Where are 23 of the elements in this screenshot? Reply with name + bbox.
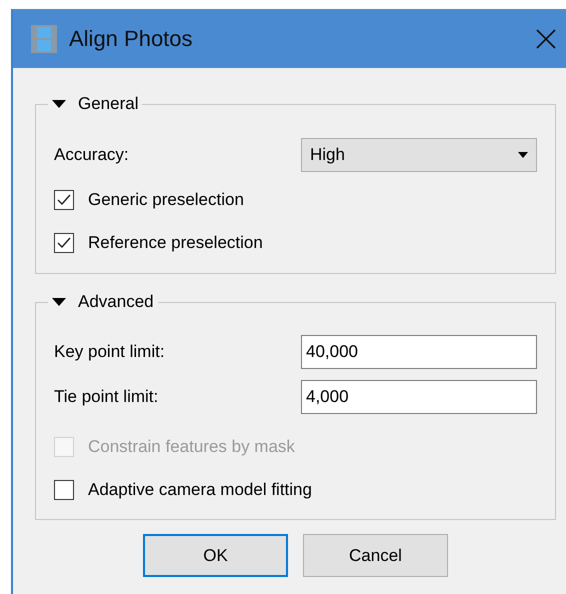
window-title: Align Photos	[69, 25, 193, 53]
checkbox-label: Constrain features by mask	[88, 436, 295, 458]
section-toggle[interactable]: Advanced	[48, 292, 158, 312]
section-toggle[interactable]: General	[48, 94, 142, 114]
checkmark-icon	[57, 236, 71, 248]
checkbox-label: Generic preselection	[88, 188, 244, 211]
checkbox[interactable]	[54, 480, 74, 500]
checkbox-label: Reference preselection	[88, 232, 263, 254]
field-label: Key point limit:	[54, 341, 166, 364]
checkbox[interactable]	[54, 232, 74, 252]
field-label: Accuracy:	[54, 144, 130, 166]
checkbox[interactable]	[54, 190, 74, 210]
checkmark-icon	[57, 194, 71, 206]
cancel-button[interactable]: Cancel	[303, 534, 448, 577]
dropdown-arrow-icon	[518, 152, 528, 158]
input-field[interactable]: 40,000	[301, 335, 537, 369]
field-label: Tie point limit:	[54, 386, 160, 408]
checkbox-label: Adaptive camera model fitting	[88, 478, 312, 501]
accuracy-dropdown[interactable]: High	[301, 138, 537, 172]
close-icon[interactable]	[536, 28, 556, 48]
ok-button[interactable]: OK	[143, 534, 288, 577]
input-field[interactable]: 4,000	[301, 380, 537, 414]
film-strip-icon	[31, 24, 57, 52]
